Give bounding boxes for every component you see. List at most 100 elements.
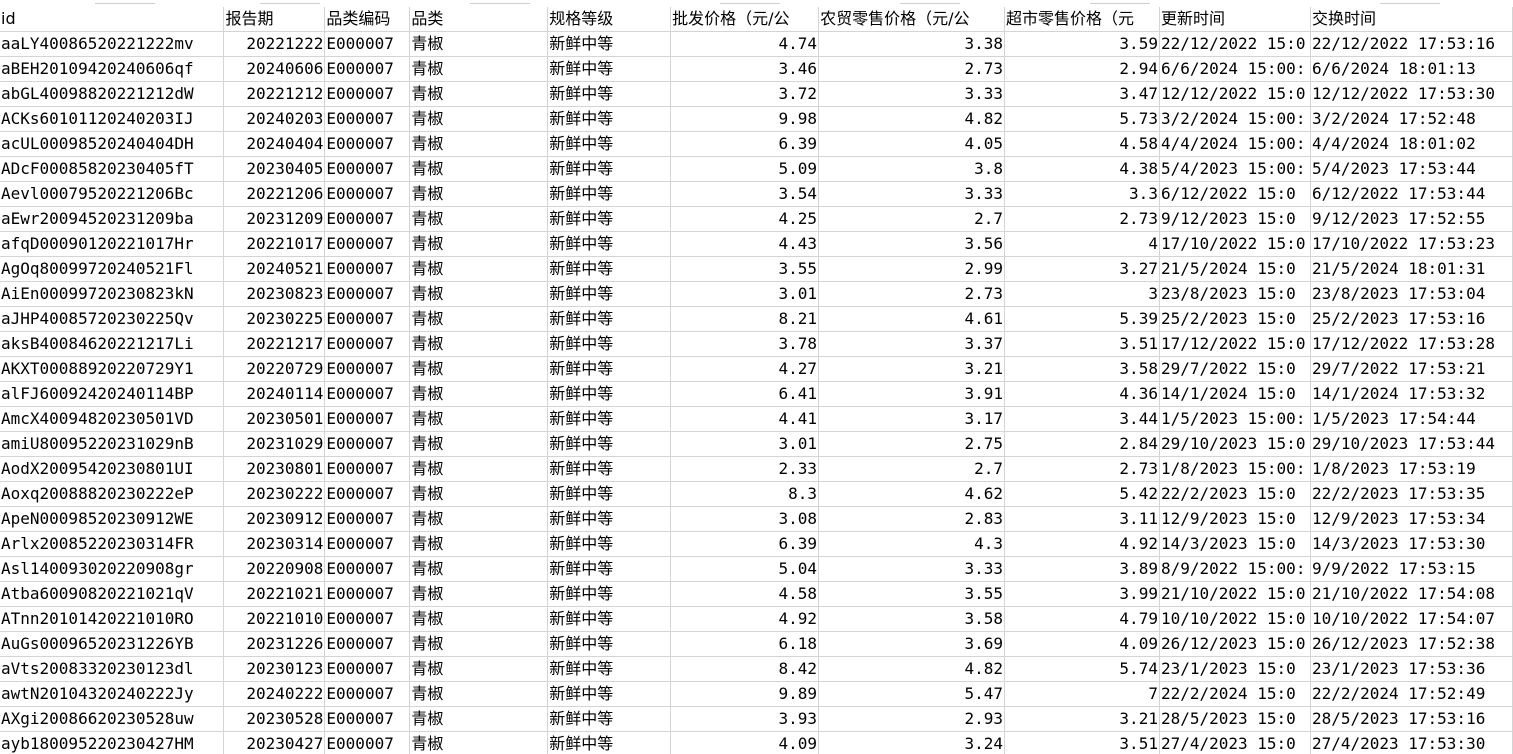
cell-grade[interactable]: 新鲜中等 [547, 356, 672, 382]
cell-grade[interactable]: 新鲜中等 [547, 431, 672, 457]
cell-market-retail-price[interactable]: 4.82 [818, 656, 1005, 682]
cell-category-code[interactable]: E000007 [324, 281, 411, 307]
cell-wholesale-price[interactable]: 4.92 [670, 606, 820, 632]
cell-exchange-time[interactable]: 1/5/2023 17:54:44 [1310, 406, 1513, 432]
cell-update-time[interactable]: 12/12/2022 15:0 [1159, 81, 1311, 107]
cell-wholesale-price[interactable]: 4.58 [670, 581, 820, 607]
cell-wholesale-price[interactable]: 8.42 [670, 656, 820, 682]
cell-report-period[interactable]: 20231226 [223, 631, 326, 657]
cell-category-code[interactable]: E000007 [324, 581, 411, 607]
cell-exchange-time[interactable]: 21/5/2024 18:01:31 [1310, 256, 1513, 282]
cell-report-period[interactable]: 20240203 [223, 106, 326, 132]
cell-grade[interactable]: 新鲜中等 [547, 231, 672, 257]
cell-grade[interactable]: 新鲜中等 [547, 406, 672, 432]
cell-exchange-time[interactable]: 12/9/2023 17:53:34 [1310, 506, 1513, 532]
cell-supermarket-retail-price[interactable]: 3.21 [1004, 706, 1160, 732]
cell-update-time[interactable]: 14/1/2024 15:0 [1159, 381, 1311, 407]
cell-grade[interactable]: 新鲜中等 [547, 631, 672, 657]
cell-grade[interactable]: 新鲜中等 [547, 331, 672, 357]
cell-category[interactable]: 青椒 [409, 506, 549, 532]
cell-id[interactable]: abGL40098820221212dW [0, 81, 225, 107]
cell-report-period[interactable]: 20230801 [223, 456, 326, 482]
cell-grade[interactable]: 新鲜中等 [547, 506, 672, 532]
cell-id[interactable]: amiU80095220231029nB [0, 431, 225, 457]
cell-category-code[interactable]: E000007 [324, 306, 411, 332]
cell-update-time[interactable]: 26/12/2023 15:0 [1159, 631, 1311, 657]
cell-report-period[interactable]: 20221217 [223, 331, 326, 357]
cell-update-time[interactable]: 23/8/2023 15:0 [1159, 281, 1311, 307]
cell-market-retail-price[interactable]: 3.38 [818, 31, 1005, 57]
cell-exchange-time[interactable]: 9/9/2022 17:53:15 [1310, 556, 1513, 582]
cell-market-retail-price[interactable]: 3.37 [818, 331, 1005, 357]
cell-report-period[interactable]: 20240404 [223, 131, 326, 157]
cell-wholesale-price[interactable]: 4.27 [670, 356, 820, 382]
cell-market-retail-price[interactable]: 3.33 [818, 81, 1005, 107]
cell-supermarket-retail-price[interactable]: 2.84 [1004, 431, 1160, 457]
cell-exchange-time[interactable]: 4/4/2024 18:01:02 [1310, 131, 1513, 157]
cell-wholesale-price[interactable]: 2.33 [670, 456, 820, 482]
cell-market-retail-price[interactable]: 3.55 [818, 581, 1005, 607]
header-cell-market-retail-price[interactable]: 农贸零售价格（元/公 [818, 7, 1005, 32]
cell-market-retail-price[interactable]: 2.7 [818, 456, 1005, 482]
cell-grade[interactable]: 新鲜中等 [547, 131, 672, 157]
cell-category-code[interactable]: E000007 [324, 331, 411, 357]
cell-report-period[interactable]: 20230528 [223, 706, 326, 732]
cell-exchange-time[interactable]: 23/1/2023 17:53:36 [1310, 656, 1513, 682]
cell-grade[interactable]: 新鲜中等 [547, 106, 672, 132]
cell-category-code[interactable]: E000007 [324, 181, 411, 207]
cell-wholesale-price[interactable]: 9.89 [670, 681, 820, 707]
cell-supermarket-retail-price[interactable]: 2.73 [1004, 206, 1160, 232]
cell-id[interactable]: aEwr20094520231209ba [0, 206, 225, 232]
cell-category-code[interactable]: E000007 [324, 206, 411, 232]
cell-wholesale-price[interactable]: 3.01 [670, 431, 820, 457]
cell-wholesale-price[interactable]: 3.54 [670, 181, 820, 207]
header-cell-update-time[interactable]: 更新时间 [1159, 7, 1311, 32]
cell-market-retail-price[interactable]: 2.73 [818, 281, 1005, 307]
cell-id[interactable]: AuGs00096520231226YB [0, 631, 225, 657]
cell-wholesale-price[interactable]: 3.01 [670, 281, 820, 307]
cell-id[interactable]: ATnn20101420221010RO [0, 606, 225, 632]
cell-update-time[interactable]: 25/2/2023 15:0 [1159, 306, 1311, 332]
cell-supermarket-retail-price[interactable]: 3.59 [1004, 31, 1160, 57]
cell-exchange-time[interactable]: 23/8/2023 17:53:04 [1310, 281, 1513, 307]
cell-wholesale-price[interactable]: 8.21 [670, 306, 820, 332]
cell-wholesale-price[interactable]: 8.3 [670, 481, 820, 507]
cell-report-period[interactable]: 20221222 [223, 31, 326, 57]
cell-grade[interactable]: 新鲜中等 [547, 531, 672, 557]
cell-update-time[interactable]: 14/3/2023 15:0 [1159, 531, 1311, 557]
cell-category[interactable]: 青椒 [409, 256, 549, 282]
cell-grade[interactable]: 新鲜中等 [547, 306, 672, 332]
cell-supermarket-retail-price[interactable]: 3.99 [1004, 581, 1160, 607]
cell-id[interactable]: aJHP40085720230225Qv [0, 306, 225, 332]
cell-exchange-time[interactable]: 12/12/2022 17:53:30 [1310, 81, 1513, 107]
cell-report-period[interactable]: 20230222 [223, 481, 326, 507]
cell-category-code[interactable]: E000007 [324, 231, 411, 257]
cell-id[interactable]: awtN20104320240222Jy [0, 681, 225, 707]
cell-update-time[interactable]: 12/9/2023 15:0 [1159, 506, 1311, 532]
cell-category[interactable]: 青椒 [409, 206, 549, 232]
cell-update-time[interactable]: 1/8/2023 15:00: [1159, 456, 1311, 482]
cell-grade[interactable]: 新鲜中等 [547, 181, 672, 207]
cell-category[interactable]: 青椒 [409, 581, 549, 607]
cell-supermarket-retail-price[interactable]: 3.44 [1004, 406, 1160, 432]
cell-category-code[interactable]: E000007 [324, 431, 411, 457]
cell-wholesale-price[interactable]: 4.25 [670, 206, 820, 232]
cell-supermarket-retail-price[interactable]: 3.89 [1004, 556, 1160, 582]
cell-id[interactable]: alFJ60092420240114BP [0, 381, 225, 407]
cell-id[interactable]: AgOq80099720240521Fl [0, 256, 225, 282]
cell-exchange-time[interactable]: 22/2/2023 17:53:35 [1310, 481, 1513, 507]
cell-exchange-time[interactable]: 28/5/2023 17:53:16 [1310, 706, 1513, 732]
cell-update-time[interactable]: 21/10/2022 15:0 [1159, 581, 1311, 607]
cell-update-time[interactable]: 4/4/2024 15:00: [1159, 131, 1311, 157]
cell-market-retail-price[interactable]: 2.83 [818, 506, 1005, 532]
cell-supermarket-retail-price[interactable]: 5.39 [1004, 306, 1160, 332]
cell-grade[interactable]: 新鲜中等 [547, 556, 672, 582]
cell-exchange-time[interactable]: 14/3/2023 17:53:30 [1310, 531, 1513, 557]
cell-update-time[interactable]: 22/12/2022 15:0 [1159, 31, 1311, 57]
cell-report-period[interactable]: 20230501 [223, 406, 326, 432]
cell-supermarket-retail-price[interactable]: 4.09 [1004, 631, 1160, 657]
cell-report-period[interactable]: 20220729 [223, 356, 326, 382]
cell-update-time[interactable]: 23/1/2023 15:0 [1159, 656, 1311, 682]
cell-update-time[interactable]: 21/5/2024 15:0 [1159, 256, 1311, 282]
cell-supermarket-retail-price[interactable]: 4 [1004, 231, 1160, 257]
